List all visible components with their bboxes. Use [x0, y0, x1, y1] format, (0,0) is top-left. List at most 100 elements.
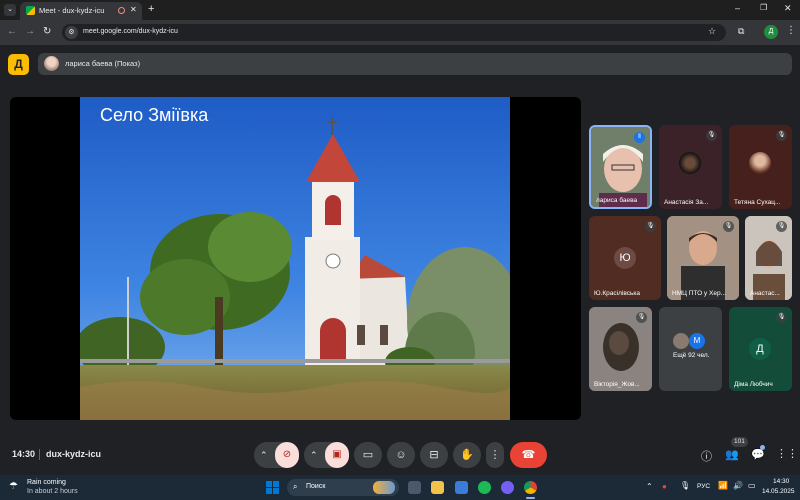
start-windows-icon[interactable]	[266, 481, 279, 494]
mic-off-icon: 🎙	[776, 130, 787, 141]
raise-hand-button[interactable]: ✋	[453, 442, 481, 468]
browser-toolbar: ← → ↻ ⚙ meet.google.com/dux-kydz-icu ☆ ⧉…	[0, 20, 800, 45]
site-info-icon[interactable]: ⚙	[65, 26, 78, 39]
speaking-indicator-icon: ⦀	[634, 132, 645, 143]
weather-subtitle: In about 2 hours	[27, 488, 78, 495]
volume-icon[interactable]: 🔊	[733, 481, 743, 490]
window-close-button[interactable]: ✕	[784, 3, 792, 14]
extensions-puzzle-icon[interactable]: ⧉	[738, 26, 744, 37]
forward-arrow-icon[interactable]: →	[25, 26, 35, 37]
browser-tab-meet[interactable]: Meet - dux-kydz-icu ✕	[20, 2, 142, 20]
browser-menu-icon[interactable]: ⋮	[786, 25, 796, 36]
participant-tile[interactable]: Ю 🎙 Ю.Красiлiвська	[589, 216, 661, 300]
presenter-bar[interactable]: лариса баева (Показ)	[38, 53, 792, 75]
camera-group: ⌃ ▣	[304, 442, 349, 468]
participant-tile[interactable]: 🎙 Анастасія За...	[659, 125, 722, 209]
meeting-time: 14:30	[12, 449, 36, 459]
more-options-button[interactable]: ⋮	[486, 442, 504, 468]
presenter-label: лариса баева (Показ)	[65, 59, 141, 68]
participant-avatar: М	[689, 333, 705, 349]
mic-off-icon: 🎙	[706, 130, 717, 141]
wifi-icon[interactable]: 📶	[718, 481, 728, 490]
mic-options-chevron-icon[interactable]: ⌃	[260, 442, 268, 468]
participant-name: Анастас...	[750, 290, 780, 297]
presenter-avatar	[44, 56, 59, 71]
slide-title: Село Зміївка	[100, 105, 209, 125]
participant-name: Діма Любчич	[734, 381, 773, 388]
clock-time[interactable]: 14:30	[773, 478, 789, 485]
participant-avatar: Д	[749, 338, 771, 360]
participant-name: Вікторія_Жов...	[594, 381, 640, 388]
tray-mic-icon[interactable]: 🎙	[680, 481, 690, 490]
profile-avatar[interactable]: Д	[764, 25, 778, 39]
emoji-reactions-button[interactable]: ☺	[387, 442, 415, 468]
meet-logo-icon[interactable]: Д	[8, 54, 29, 75]
store-icon[interactable]	[455, 481, 468, 494]
spotify-icon[interactable]	[478, 481, 491, 494]
tab-list-button[interactable]: ⌄	[4, 4, 16, 16]
participant-avatar: Ю	[614, 247, 636, 269]
windows-taskbar: ☂ Rain coming In about 2 hours ⌕ Поиск ⌃…	[0, 475, 800, 500]
reload-icon[interactable]: ↻	[43, 26, 51, 37]
mic-off-icon: 🎙	[636, 312, 647, 323]
mic-off-icon: 🎙	[645, 221, 656, 232]
new-tab-button[interactable]: +	[148, 3, 154, 15]
participant-name: НМЦ ПТО у Хер...	[672, 290, 726, 297]
participant-name: Ю.Красiлiвська	[594, 290, 640, 297]
people-icon[interactable]: 👥	[725, 448, 739, 461]
presentation-slide: Село Зміївка	[80, 97, 510, 420]
mic-group: ⌃ ⊘	[254, 442, 299, 468]
participant-tile[interactable]: 🎙 НМЦ ПТО у Хер...	[667, 216, 739, 300]
meeting-info-icon[interactable]: ⓘ	[701, 448, 712, 464]
participant-name: Тетяна Сухац...	[734, 199, 781, 206]
captions-button[interactable]: ⊟	[420, 442, 448, 468]
participant-name: Анастасія За...	[664, 199, 709, 206]
participant-tile[interactable]: 🎙 Анастас...	[745, 216, 792, 300]
weather-rain-icon[interactable]: ☂	[9, 481, 18, 492]
taskbar-search[interactable]: ⌕ Поиск	[287, 479, 399, 496]
tray-overflow-icon[interactable]: ⌃	[646, 482, 653, 491]
weather-title[interactable]: Rain coming	[27, 479, 66, 486]
tab-close-icon[interactable]: ✕	[130, 5, 137, 14]
participant-tile[interactable]: ⦀ лариса баева	[589, 125, 652, 209]
address-bar[interactable]: ⚙ meet.google.com/dux-kydz-icu ☆	[62, 24, 726, 41]
meeting-code: dux-kydz-icu	[46, 449, 102, 459]
tab-title: Meet - dux-kydz-icu	[39, 6, 105, 15]
participant-tile[interactable]: Д 🎙 Діма Любчич	[729, 307, 792, 391]
participant-tile[interactable]: 🎙 Тетяна Сухац...	[729, 125, 792, 209]
present-screen-button[interactable]: ▭	[354, 442, 382, 468]
divider	[39, 449, 40, 460]
presentation-stage[interactable]: Село Зміївка	[10, 97, 581, 420]
chrome-active-indicator	[526, 497, 535, 499]
camera-off-button[interactable]: ▣	[325, 442, 349, 468]
language-indicator[interactable]: РУС	[697, 483, 710, 490]
participant-avatar	[679, 152, 701, 174]
tray-app-icon[interactable]: ●	[662, 482, 667, 491]
chrome-icon[interactable]	[524, 481, 537, 494]
back-arrow-icon[interactable]: ←	[7, 26, 17, 37]
more-participants-tile[interactable]: М Ещё 92 чел.	[659, 307, 722, 391]
battery-icon[interactable]: ▭	[748, 481, 756, 490]
participant-avatar	[749, 152, 771, 174]
minimize-button[interactable]: –	[735, 3, 740, 13]
viber-icon[interactable]	[501, 481, 514, 494]
chat-unread-dot	[760, 445, 765, 450]
bookmark-star-icon[interactable]: ☆	[708, 26, 716, 37]
restore-button[interactable]: ❐	[760, 3, 767, 12]
activities-icon[interactable]: ⋮⋮	[776, 447, 798, 460]
url-text: meet.google.com/dux-kydz-icu	[83, 28, 178, 35]
camera-options-chevron-icon[interactable]: ⌃	[310, 442, 318, 468]
mic-off-button[interactable]: ⊘	[275, 442, 299, 468]
file-explorer-icon[interactable]	[431, 481, 444, 494]
mic-off-icon: 🎙	[723, 221, 734, 232]
participant-tile[interactable]: 🎙 Вікторія_Жов...	[589, 307, 652, 391]
participant-name: Ещё 92 чел.	[673, 352, 710, 359]
end-call-button[interactable]: ☎	[510, 442, 547, 468]
search-placeholder: Поиск	[306, 483, 326, 490]
participant-name: лариса баева	[596, 197, 638, 204]
clock-date[interactable]: 14.05.2025	[762, 488, 795, 495]
mic-off-icon: 🎙	[776, 312, 787, 323]
church-photo	[80, 97, 510, 420]
mic-off-icon: 🎙	[776, 221, 787, 232]
task-view-icon[interactable]	[408, 481, 421, 494]
